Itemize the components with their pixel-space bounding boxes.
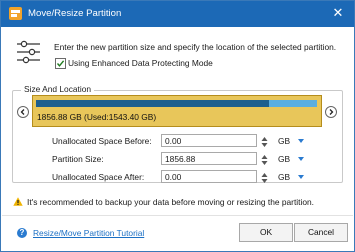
partition-size-spinner[interactable] [260, 152, 269, 165]
cancel-button[interactable]: Cancel [294, 223, 348, 242]
chevron-left-icon [20, 109, 25, 115]
spin-down-icon[interactable] [260, 140, 269, 147]
enhanced-mode-checkbox[interactable] [55, 58, 66, 69]
field-label-before: Unallocated Space Before: [52, 136, 152, 146]
chevron-right-icon [329, 109, 334, 115]
ok-button[interactable]: OK [239, 223, 293, 242]
unallocated-after-input[interactable]: 0.00 [161, 170, 257, 183]
tutorial-link[interactable]: Resize/Move Partition Tutorial [33, 228, 144, 238]
unallocated-after-spinner[interactable] [260, 170, 269, 183]
window-title: Move/Resize Partition [28, 8, 122, 19]
field-label-size: Partition Size: [52, 154, 104, 164]
used-space-bar [36, 100, 269, 107]
spin-down-icon[interactable] [260, 158, 269, 165]
field-label-after: Unallocated Space After: [52, 172, 145, 182]
instruction-text: Enter the new partition size and specify… [54, 42, 337, 52]
move-resize-dialog: Move/Resize Partition ✕ Enter the new pa… [0, 0, 355, 252]
enhanced-mode-label[interactable]: Using Enhanced Data Protecting Mode [68, 58, 213, 68]
unit-label: GB [278, 154, 291, 164]
close-icon[interactable]: ✕ [331, 6, 345, 20]
footer-divider [2, 215, 353, 216]
chevron-down-icon[interactable] [297, 173, 305, 181]
free-space-bar [269, 100, 317, 107]
warning-text: It's recommended to backup your data bef… [27, 197, 314, 207]
chevron-down-icon[interactable] [297, 155, 305, 163]
chevron-down-icon[interactable] [297, 137, 305, 145]
spin-down-icon[interactable] [260, 176, 269, 183]
warning-icon [13, 197, 23, 206]
unallocated-before-spinner[interactable] [260, 134, 269, 147]
sliders-icon [17, 40, 40, 64]
checkmark-icon [56, 60, 65, 67]
move-left-button[interactable] [17, 106, 29, 118]
unallocated-before-input[interactable]: 0.00 [161, 134, 257, 147]
partition-bar[interactable]: 1856.88 GB (Used:1543.40 GB) [32, 95, 322, 127]
unit-label: GB [278, 136, 291, 146]
partition-size-text: 1856.88 GB (Used:1543.40 GB) [37, 112, 157, 122]
help-icon[interactable]: ? [17, 228, 27, 238]
unit-label: GB [278, 172, 291, 182]
partition-size-input[interactable]: 1856.88 [161, 152, 257, 165]
app-icon [9, 7, 22, 20]
title-bar[interactable]: Move/Resize Partition ✕ [1, 1, 354, 27]
group-title: Size And Location [21, 84, 95, 94]
move-right-button[interactable] [325, 106, 337, 118]
